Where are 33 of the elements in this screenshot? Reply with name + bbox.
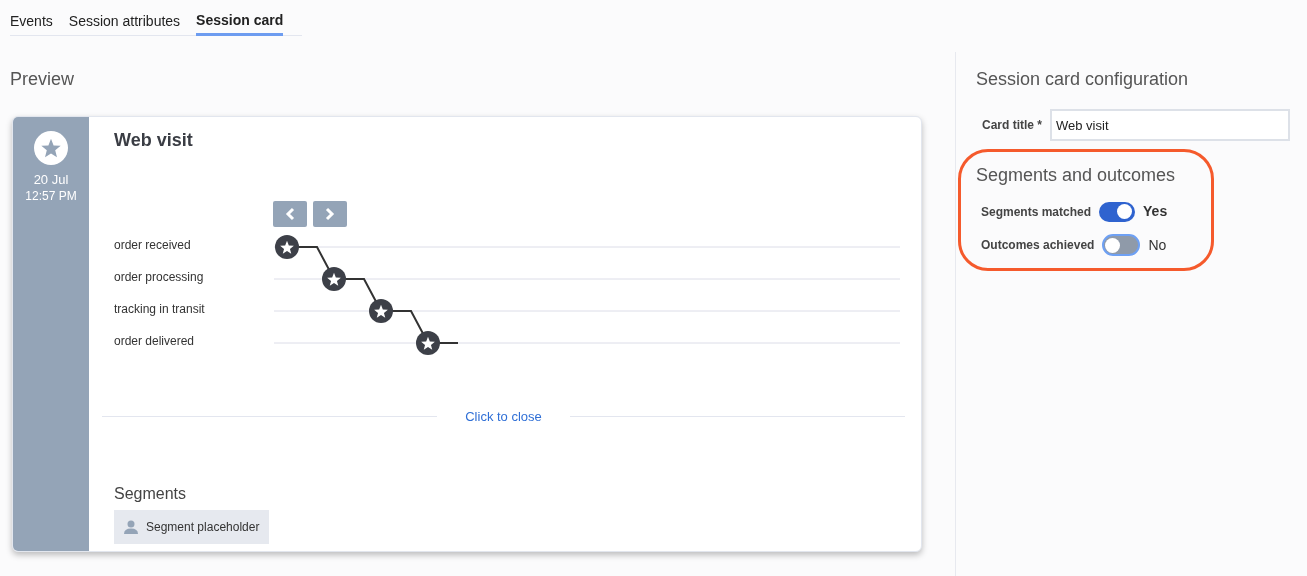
session-date: 20 Jul bbox=[33, 172, 69, 188]
previous-button[interactable] bbox=[273, 201, 307, 227]
next-button[interactable] bbox=[313, 201, 347, 227]
step-label: order received bbox=[114, 237, 192, 254]
field-label: Card title * bbox=[982, 117, 1042, 134]
tab[interactable]: Session attributes bbox=[68, 10, 181, 36]
segment-label: Segment placeholder bbox=[146, 518, 260, 536]
card-title: Web visit bbox=[114, 129, 194, 152]
star-marker-icon bbox=[322, 267, 346, 291]
tab[interactable]: Events bbox=[10, 10, 53, 36]
card-title-field[interactable]: Web visit bbox=[1050, 109, 1290, 141]
person-icon bbox=[124, 519, 138, 534]
toggle-label: Segments matched bbox=[981, 203, 1092, 221]
star-marker-icon bbox=[369, 299, 393, 323]
chevron-left-icon bbox=[285, 207, 295, 221]
chevron-right-icon bbox=[325, 207, 335, 221]
star-marker-icon bbox=[275, 235, 299, 259]
toggle-switch[interactable] bbox=[1099, 201, 1136, 222]
toggle-label: Outcomes achieved bbox=[981, 237, 1095, 254]
toggle-switch[interactable] bbox=[1102, 234, 1141, 256]
toggle-value: No bbox=[1148, 235, 1167, 255]
close-link[interactable]: Click to close bbox=[437, 407, 570, 427]
step-label: tracking in transit bbox=[114, 301, 206, 318]
star-marker-icon bbox=[416, 331, 440, 355]
session-time: 12:57 PM bbox=[25, 188, 77, 204]
section-heading: Preview bbox=[10, 68, 76, 91]
step-label: order delivered bbox=[114, 333, 196, 350]
tab[interactable]: Session card bbox=[196, 10, 284, 36]
config-heading: Session card configuration bbox=[976, 68, 1190, 91]
section-heading: Segments and outcomes bbox=[976, 164, 1177, 187]
segments-heading: Segments bbox=[114, 483, 188, 504]
step-label: order processing bbox=[114, 269, 205, 286]
toggle-value: Yes bbox=[1143, 202, 1168, 221]
